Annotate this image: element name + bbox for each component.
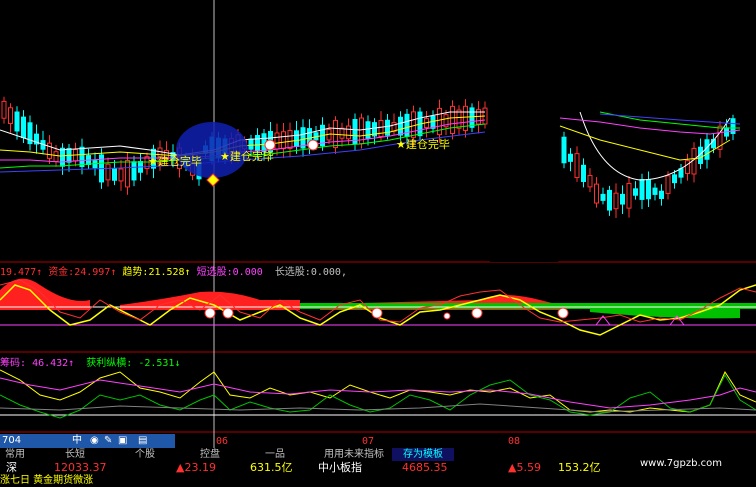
candle-body <box>652 187 658 195</box>
candle-body <box>620 193 625 205</box>
indicator1-prefix: 19.477↑ <box>0 267 43 278</box>
candle-body <box>430 115 436 129</box>
chinese-input-icon[interactable]: 中 <box>72 435 82 447</box>
candle-body <box>391 122 397 132</box>
chart-canvas[interactable] <box>0 0 756 487</box>
stock-chart-app: ★建仓完毕 ★建仓完毕 ★建仓完毕 19.477↑ 资金:24.997↑ 趋势:… <box>0 0 756 487</box>
candle-body <box>60 147 65 167</box>
long-pick-value: 0.000, <box>310 267 347 278</box>
candle-body <box>365 121 371 139</box>
candle-body <box>456 109 462 129</box>
annotation-label: ★建仓完毕 <box>220 150 274 163</box>
indicator2-header: 筹码: 46.432↑, 获利纵横: -2.531↓ <box>0 358 181 369</box>
settings-icon[interactable]: ▤ <box>138 435 147 447</box>
candle-body <box>646 179 651 200</box>
candle-body <box>665 175 671 194</box>
handwriting-icon[interactable]: ✎ <box>104 435 112 447</box>
trend-label: 趋势: <box>122 267 149 278</box>
candle-body <box>274 132 280 150</box>
watermark-text: www.7gpzb.com <box>640 458 722 469</box>
trend-value: 21.528↑ <box>148 267 191 278</box>
tab-future-indicator[interactable]: 用用未来指标 <box>318 448 390 461</box>
candlestick-series-right <box>561 114 736 218</box>
candle-body <box>1 100 7 119</box>
candle-body <box>346 125 351 140</box>
candle-body <box>398 116 403 136</box>
ticker-sme-change: ▲5.59 <box>508 461 541 474</box>
keyboard-icon[interactable]: ▣ <box>118 435 127 447</box>
punctuation-icon[interactable]: ◉ <box>90 435 99 447</box>
candle-body <box>14 111 20 132</box>
candle-body <box>118 168 124 182</box>
candle-body <box>105 163 111 181</box>
candle-body <box>131 161 137 181</box>
tab-control[interactable]: 控盘 <box>190 448 230 461</box>
candle-body <box>685 160 690 174</box>
candle-body <box>287 129 293 149</box>
chip-value: 46.432↑ <box>32 358 75 369</box>
candle-body <box>450 105 455 135</box>
stock-code-label: 704 <box>2 435 22 446</box>
candle-body <box>112 167 117 181</box>
candle-body <box>613 192 619 210</box>
candle-body <box>581 164 586 182</box>
candle-body <box>339 127 345 139</box>
candle-body <box>469 107 475 128</box>
indicator1-header: 19.477↑ 资金:24.997↑ 趋势:21.528↑ 短选股: 0.000,… <box>0 267 347 278</box>
annotation-label: ★建仓完毕 <box>396 138 450 151</box>
candle-body <box>639 179 645 200</box>
date-label: 07 <box>362 436 375 447</box>
ticker-shenzhen-index: 12033.37 <box>54 461 107 474</box>
candle-body <box>561 136 567 164</box>
candle-body <box>411 111 416 138</box>
ticker-shenzhen-change: ▲23.19 <box>176 461 216 474</box>
candle-body <box>53 151 59 162</box>
short-pick-value: 0.000 <box>232 267 263 278</box>
candle-body <box>125 160 130 188</box>
fund-value: 24.997↑ <box>74 267 117 278</box>
ticker-shenzhen-volume: 631.5亿 <box>250 461 293 474</box>
floating-toolbar[interactable]: 704 中 ◉ ✎ ▣ ▤ <box>0 434 175 448</box>
candle-body <box>600 193 606 201</box>
candle-body <box>587 175 593 188</box>
ticker-sme-label: 中小板指 <box>318 461 362 474</box>
long-pick-label: 长选股: <box>274 267 311 278</box>
tab-common[interactable]: 常用 <box>0 448 30 461</box>
save-template-button[interactable]: 存为模板 <box>392 448 454 461</box>
annotation-label: ★建仓完毕 <box>148 155 202 168</box>
candle-body <box>8 107 13 125</box>
short-pick-label: 短选股: <box>196 267 233 278</box>
ticker-sme-index: 4685.35 <box>402 461 448 474</box>
ticker-sme-volume: 153.2亿 <box>558 461 601 474</box>
tab-yipin[interactable]: 一品 <box>255 448 295 461</box>
ticker-shenzhen-label: 深 <box>6 461 17 474</box>
date-label: 06 <box>216 436 229 447</box>
candle-body <box>21 116 26 139</box>
candle-body <box>607 189 612 211</box>
date-label: 08 <box>508 436 521 447</box>
candle-body <box>378 120 384 138</box>
candle-body <box>633 188 638 196</box>
indicator2-area <box>0 369 756 419</box>
profit-value: -2.531↓ <box>138 358 181 369</box>
fund-label: 资金: <box>48 267 75 278</box>
tab-long-short[interactable]: 长短 <box>55 448 95 461</box>
tab-stock[interactable]: 个股 <box>125 448 165 461</box>
candle-body <box>47 142 52 159</box>
candle-body <box>294 130 299 148</box>
candle-body <box>79 146 85 167</box>
candle-body <box>574 153 580 179</box>
news-marquee[interactable]: 涨七日 黄金期货微涨 <box>0 475 93 487</box>
indicator1-area <box>0 278 756 336</box>
candle-body <box>594 183 599 204</box>
candle-body <box>626 182 632 209</box>
candle-body <box>672 174 677 184</box>
candle-body <box>568 153 573 162</box>
candle-body <box>659 190 664 199</box>
chip-label: 筹码: <box>0 358 27 369</box>
profit-label: 获利纵横: <box>86 358 133 369</box>
candle-body <box>281 131 286 150</box>
